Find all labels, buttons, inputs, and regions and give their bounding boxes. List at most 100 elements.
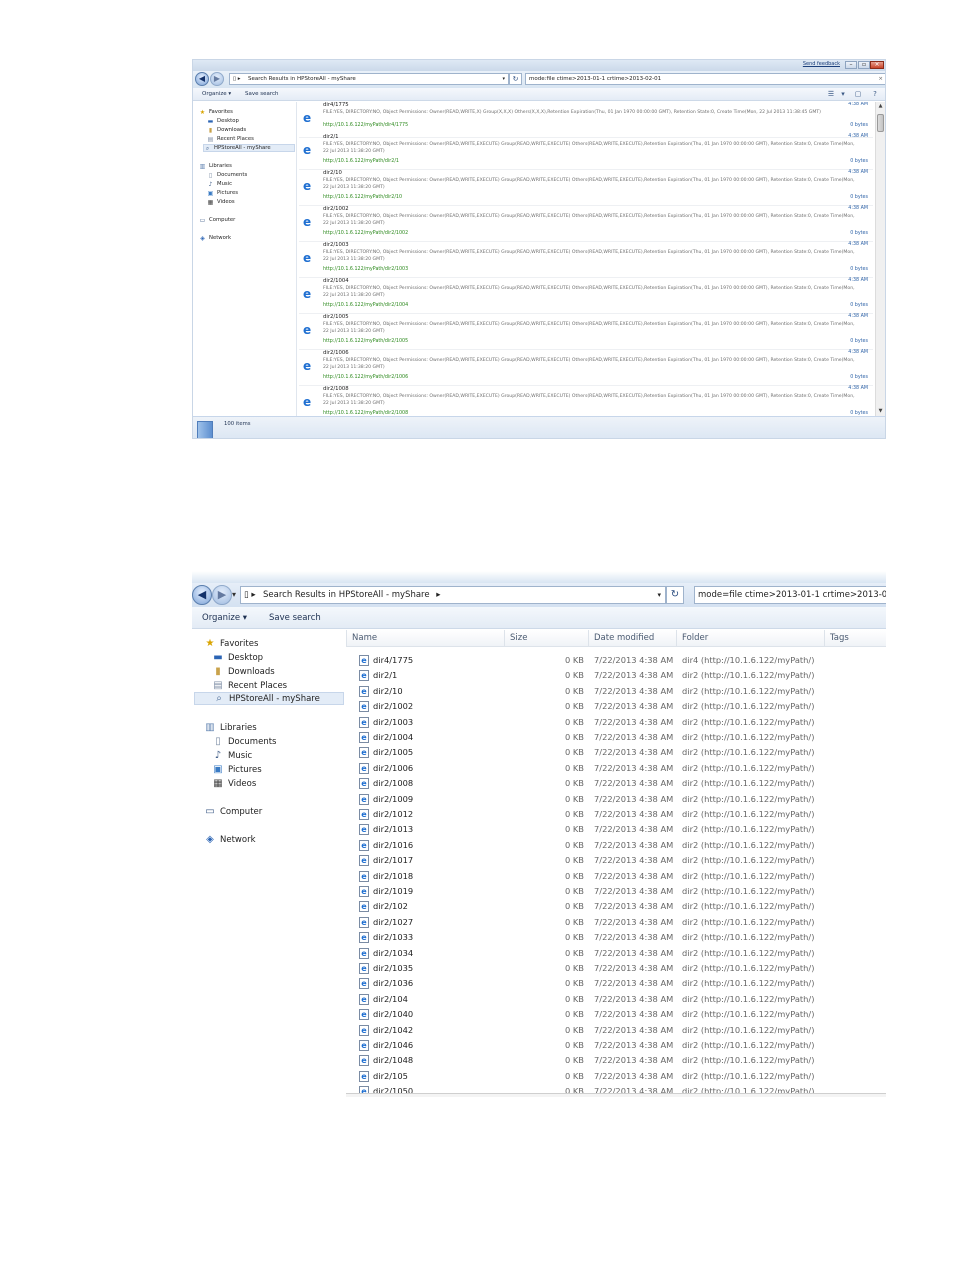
table-row[interactable]: e dir2/1035 0 KB 7/22/2013 4:38 AM dir2 (htt… bbox=[346, 961, 886, 976]
nav-videos[interactable]: ▦ Videos bbox=[207, 198, 235, 206]
nav-documents[interactable]: ▯ Documents bbox=[212, 735, 276, 748]
search-input[interactable]: mode=file ctime>2013-01-1 crtime>2013-02… bbox=[694, 586, 886, 604]
nav-music[interactable]: ♪ Music bbox=[207, 180, 233, 188]
nav-favorites[interactable]: ★ Favorites bbox=[199, 108, 233, 116]
organize-button[interactable]: Organize ▾ bbox=[202, 607, 247, 629]
table-row[interactable]: e dir2/1040 0 KB 7/22/2013 4:38 AM dir2 (htt… bbox=[346, 1007, 886, 1022]
table-row[interactable]: e dir2/1036 0 KB 7/22/2013 4:38 AM dir2 (htt… bbox=[346, 976, 886, 991]
refresh-icon[interactable]: ↻ bbox=[509, 73, 522, 85]
column-name[interactable]: Name bbox=[346, 630, 504, 647]
nav-pictures[interactable]: ▣ Pictures bbox=[207, 189, 238, 197]
list-item[interactable]: e dir2/1 FILE:YES, DIRECTORY:NO, Object … bbox=[299, 134, 873, 170]
table-row[interactable]: e dir2/1050 0 KB 7/22/2013 4:38 AM dir2 (htt… bbox=[346, 1084, 886, 1093]
table-row[interactable]: e dir2/1005 0 KB 7/22/2013 4:38 AM dir2 (htt… bbox=[346, 745, 886, 760]
vertical-scrollbar[interactable]: ▲ ▼ bbox=[875, 102, 885, 416]
forward-button[interactable]: ▶ bbox=[212, 585, 232, 605]
table-row[interactable]: e dir2/1006 0 KB 7/22/2013 4:38 AM dir2 (htt… bbox=[346, 761, 886, 776]
minimize-button[interactable]: – bbox=[845, 61, 857, 69]
save-search-button[interactable]: Save search bbox=[245, 88, 279, 100]
table-row[interactable]: e dir2/1016 0 KB 7/22/2013 4:38 AM dir2 (htt… bbox=[346, 838, 886, 853]
nav-computer[interactable]: ▭ Computer bbox=[204, 805, 262, 818]
table-row[interactable]: e dir4/1775 0 KB 7/22/2013 4:38 AM dir4 (htt… bbox=[346, 653, 886, 668]
refresh-icon[interactable]: ↻ bbox=[666, 586, 684, 604]
table-row[interactable]: e dir2/105 0 KB 7/22/2013 4:38 AM dir2 (http… bbox=[346, 1069, 886, 1084]
table-row[interactable]: e dir2/1042 0 KB 7/22/2013 4:38 AM dir2 (htt… bbox=[346, 1023, 886, 1038]
recent-pages-icon[interactable]: ▾ bbox=[232, 590, 236, 599]
table-row[interactable]: e dir2/1018 0 KB 7/22/2013 4:38 AM dir2 (htt… bbox=[346, 869, 886, 884]
nav-desktop[interactable]: ▬ Desktop bbox=[207, 117, 239, 125]
list-item[interactable]: e dir2/1005 FILE:YES, DIRECTORY:NO, Obje… bbox=[299, 314, 873, 350]
view-dropdown-icon[interactable]: ▾ bbox=[838, 89, 848, 99]
nav-hpstore-myshare[interactable]: ⌕ HPStoreAll - myShare bbox=[194, 692, 344, 705]
table-row[interactable]: e dir2/1 0 KB 7/22/2013 4:38 AM dir2 (http:/… bbox=[346, 668, 886, 683]
column-size[interactable]: Size bbox=[504, 630, 588, 647]
scroll-down-icon[interactable]: ▼ bbox=[876, 407, 885, 416]
list-item[interactable]: e dir2/10 FILE:YES, DIRECTORY:NO, Object… bbox=[299, 170, 873, 206]
table-row[interactable]: e dir2/102 0 KB 7/22/2013 4:38 AM dir2 (http… bbox=[346, 899, 886, 914]
table-row[interactable]: e dir2/1048 0 KB 7/22/2013 4:38 AM dir2 (htt… bbox=[346, 1053, 886, 1068]
forward-button[interactable]: ▶ bbox=[210, 72, 224, 86]
table-row[interactable]: e dir2/1017 0 KB 7/22/2013 4:38 AM dir2 (htt… bbox=[346, 853, 886, 868]
address-dropdown-icon[interactable]: ▾ bbox=[502, 74, 505, 84]
table-row[interactable]: e dir2/1033 0 KB 7/22/2013 4:38 AM dir2 (htt… bbox=[346, 930, 886, 945]
nav-favorites[interactable]: ★ Favorites bbox=[204, 637, 259, 650]
nav-hpstore-myshare[interactable]: ⌕ HPStoreAll - myShare bbox=[203, 144, 295, 152]
table-row[interactable]: e dir2/1008 0 KB 7/22/2013 4:38 AM dir2 (htt… bbox=[346, 776, 886, 791]
nav-videos[interactable]: ▦ Videos bbox=[212, 777, 256, 790]
help-icon[interactable]: ? bbox=[870, 89, 880, 99]
table-row[interactable]: e dir2/1027 0 KB 7/22/2013 4:38 AM dir2 (htt… bbox=[346, 915, 886, 930]
nav-recent-places[interactable]: ▤ Recent Places bbox=[207, 135, 254, 143]
table-row[interactable]: e dir2/104 0 KB 7/22/2013 4:38 AM dir2 (http… bbox=[346, 992, 886, 1007]
address-dropdown-icon[interactable]: ▾ bbox=[657, 587, 661, 603]
column-date-modified[interactable]: Date modified bbox=[588, 630, 676, 647]
table-row[interactable]: e dir2/1013 0 KB 7/22/2013 4:38 AM dir2 (htt… bbox=[346, 822, 886, 837]
maximize-button[interactable]: ▫ bbox=[858, 61, 870, 69]
send-feedback-link[interactable]: Send feedback bbox=[803, 61, 840, 67]
table-row[interactable]: e dir2/1002 0 KB 7/22/2013 4:38 AM dir2 (htt… bbox=[346, 699, 886, 714]
table-row[interactable]: e dir2/1046 0 KB 7/22/2013 4:38 AM dir2 (htt… bbox=[346, 1038, 886, 1053]
horizontal-scrollbar[interactable] bbox=[346, 1093, 886, 1097]
scroll-up-icon[interactable]: ▲ bbox=[876, 102, 885, 111]
nav-network[interactable]: ◈ Network bbox=[204, 833, 255, 846]
column-tags[interactable]: Tags bbox=[824, 630, 886, 647]
clear-search-icon[interactable]: × bbox=[878, 74, 883, 84]
close-button[interactable]: × bbox=[870, 61, 884, 69]
nav-documents[interactable]: ▯ Documents bbox=[207, 171, 247, 179]
list-item[interactable]: e dir2/1002 FILE:YES, DIRECTORY:NO, Obje… bbox=[299, 206, 873, 242]
address-bar[interactable]: ▯ ▸ Search Results in HPStoreAll - mySha… bbox=[240, 586, 666, 604]
nav-downloads[interactable]: ▮ Downloads bbox=[212, 665, 274, 678]
back-button[interactable]: ◀ bbox=[195, 72, 209, 86]
table-row[interactable]: e dir2/10 0 KB 7/22/2013 4:38 AM dir2 (http:… bbox=[346, 684, 886, 699]
nav-recent-places[interactable]: ▤ Recent Places bbox=[212, 679, 287, 692]
nav-music[interactable]: ♪ Music bbox=[212, 749, 252, 762]
scroll-thumb[interactable] bbox=[877, 114, 884, 132]
nav-network[interactable]: ◈ Network bbox=[199, 234, 231, 242]
preview-pane-icon[interactable]: ▢ bbox=[853, 89, 863, 99]
list-item[interactable]: e dir2/1006 FILE:YES, DIRECTORY:NO, Obje… bbox=[299, 350, 873, 386]
nav-desktop[interactable]: ▬ Desktop bbox=[212, 651, 263, 664]
nav-pictures[interactable]: ▣ Pictures bbox=[212, 763, 261, 776]
table-row[interactable]: e dir2/1012 0 KB 7/22/2013 4:38 AM dir2 (htt… bbox=[346, 807, 886, 822]
list-item[interactable]: e dir4/1775 FILE:YES, DIRECTORY:NO, Obje… bbox=[299, 102, 873, 138]
back-button[interactable]: ◀ bbox=[192, 585, 212, 605]
nav-libraries[interactable]: ▥ Libraries bbox=[199, 162, 232, 170]
table-row[interactable]: e dir2/1034 0 KB 7/22/2013 4:38 AM dir2 (htt… bbox=[346, 946, 886, 961]
breadcrumb-arrow-icon[interactable]: ▸ bbox=[436, 590, 440, 600]
table-row[interactable]: e dir2/1019 0 KB 7/22/2013 4:38 AM dir2 (htt… bbox=[346, 884, 886, 899]
nav-downloads[interactable]: ▮ Downloads bbox=[207, 126, 246, 134]
list-item[interactable]: e dir2/1008 FILE:YES, DIRECTORY:NO, Obje… bbox=[299, 386, 873, 416]
search-input[interactable]: mode:file ctime>2013-01-1 crtime>2013-02… bbox=[525, 73, 885, 85]
list-item[interactable]: e dir2/1004 FILE:YES, DIRECTORY:NO, Obje… bbox=[299, 278, 873, 314]
nav-libraries[interactable]: ▥ Libraries bbox=[204, 721, 256, 734]
nav-computer[interactable]: ▭ Computer bbox=[199, 216, 236, 224]
table-row[interactable]: e dir2/1003 0 KB 7/22/2013 4:38 AM dir2 (htt… bbox=[346, 715, 886, 730]
view-options-icon[interactable]: ☰ bbox=[826, 89, 836, 99]
list-item[interactable]: e dir2/1003 FILE:YES, DIRECTORY:NO, Obje… bbox=[299, 242, 873, 278]
address-bar[interactable]: ▯ ▸ Search Results in HPStoreAll - mySha… bbox=[229, 73, 509, 85]
save-search-button[interactable]: Save search bbox=[269, 607, 321, 629]
table-row[interactable]: e dir2/1004 0 KB 7/22/2013 4:38 AM dir2 (htt… bbox=[346, 730, 886, 745]
ie-file-icon: e bbox=[359, 778, 369, 790]
column-folder[interactable]: Folder bbox=[676, 630, 824, 647]
organize-button[interactable]: Organize ▾ bbox=[202, 88, 231, 100]
table-row[interactable]: e dir2/1009 0 KB 7/22/2013 4:38 AM dir2 (htt… bbox=[346, 792, 886, 807]
